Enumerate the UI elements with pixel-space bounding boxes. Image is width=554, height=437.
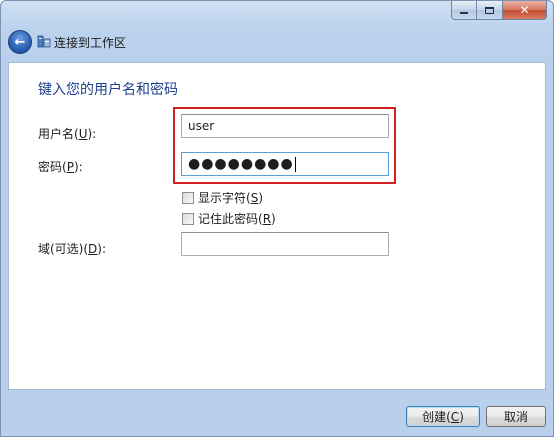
form-panel: 键入您的用户名和密码 用户名(U): user 密码(P): ●●●●●●●● … [8,62,546,390]
domain-label: 域(可选)(D): [38,242,107,256]
show-characters-label: 显示字符(S) [198,191,263,205]
caption-buttons: ✕ [451,1,547,20]
back-button[interactable]: ← [8,30,32,54]
minimize-button[interactable] [451,1,477,20]
create-button[interactable]: 创建(C) [406,406,480,427]
show-characters-checkbox[interactable] [182,191,194,204]
password-label: 密码(P): [38,160,83,174]
remember-password-label: 记住此密码(R) [198,212,276,226]
minimize-icon [460,12,468,14]
cancel-button[interactable]: 取消 [486,406,546,427]
connect-workspace-window: ✕ ← 连接到工作区 键入您的用户名和密码 用户名(U): user 密码(P)… [0,0,554,437]
remember-password-option[interactable]: 记住此密码(R) [182,210,276,227]
page-heading: 键入您的用户名和密码 [38,82,178,98]
show-characters-option[interactable]: 显示字符(S) [182,189,263,206]
credential-highlight-box [173,107,396,184]
maximize-icon [485,6,494,14]
close-icon: ✕ [519,3,530,17]
username-label: 用户名(U): [38,127,97,141]
back-arrow-icon: ← [14,34,26,50]
remember-password-checkbox[interactable] [182,212,194,225]
network-computer-icon [37,35,51,48]
maximize-button[interactable] [477,1,503,20]
close-button[interactable]: ✕ [503,1,547,20]
wizard-title: 连接到工作区 [54,36,127,50]
domain-input[interactable] [181,232,389,256]
